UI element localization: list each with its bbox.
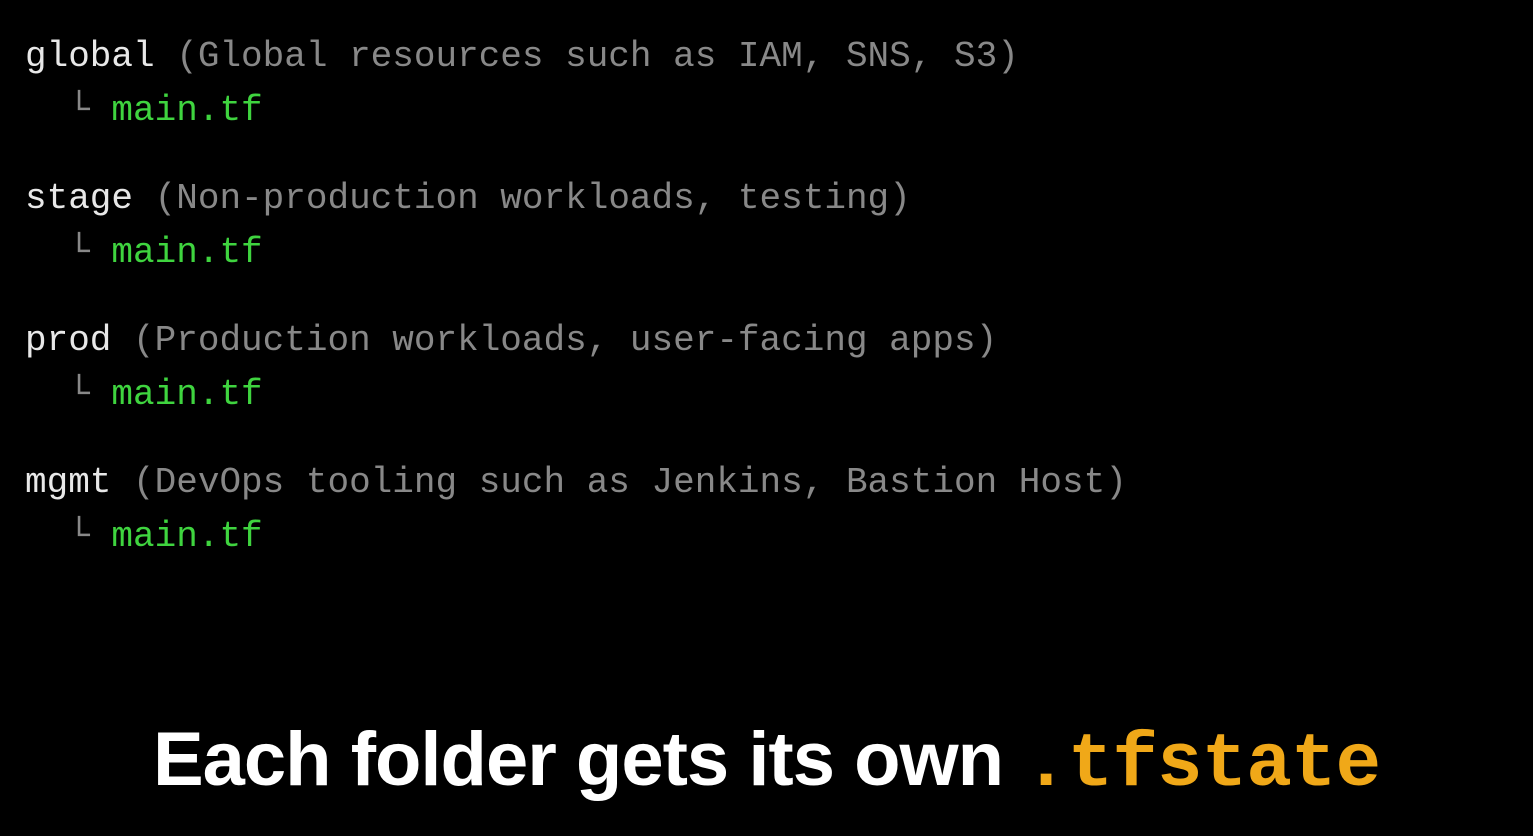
folder-name: global [25, 36, 155, 77]
folder-line: stage (Non-production workloads, testing… [25, 172, 1508, 226]
folder-description: (Global resources such as IAM, SNS, S3) [176, 36, 1019, 77]
folder-name: stage [25, 178, 133, 219]
folder-block-mgmt: mgmt (DevOps tooling such as Jenkins, Ba… [25, 456, 1508, 564]
folder-line: global (Global resources such as IAM, SN… [25, 30, 1508, 84]
folder-block-stage: stage (Non-production workloads, testing… [25, 172, 1508, 280]
tree-branch-icon: └ [25, 516, 111, 557]
folder-block-prod: prod (Production workloads, user-facing … [25, 314, 1508, 422]
folder-name: prod [25, 320, 111, 361]
tree-branch-icon: └ [25, 374, 111, 415]
folder-line: mgmt (DevOps tooling such as Jenkins, Ba… [25, 456, 1508, 510]
caption-text: Each folder gets its own [153, 717, 1023, 802]
file-name: main.tf [111, 232, 262, 273]
folder-tree: global (Global resources such as IAM, SN… [25, 30, 1508, 564]
tree-branch-icon: └ [25, 232, 111, 273]
slide-caption: Each folder gets its own .tfstate [0, 716, 1533, 808]
folder-child: └ main.tf [25, 510, 1508, 564]
folder-description: (Non-production workloads, testing) [155, 178, 911, 219]
folder-block-global: global (Global resources such as IAM, SN… [25, 30, 1508, 138]
file-name: main.tf [111, 516, 262, 557]
file-name: main.tf [111, 374, 262, 415]
tree-branch-icon: └ [25, 90, 111, 131]
folder-child: └ main.tf [25, 226, 1508, 280]
caption-highlight: .tfstate [1023, 722, 1380, 808]
file-name: main.tf [111, 90, 262, 131]
folder-description: (Production workloads, user-facing apps) [133, 320, 997, 361]
folder-line: prod (Production workloads, user-facing … [25, 314, 1508, 368]
folder-child: └ main.tf [25, 84, 1508, 138]
folder-name: mgmt [25, 462, 111, 503]
folder-child: └ main.tf [25, 368, 1508, 422]
folder-description: (DevOps tooling such as Jenkins, Bastion… [133, 462, 1127, 503]
